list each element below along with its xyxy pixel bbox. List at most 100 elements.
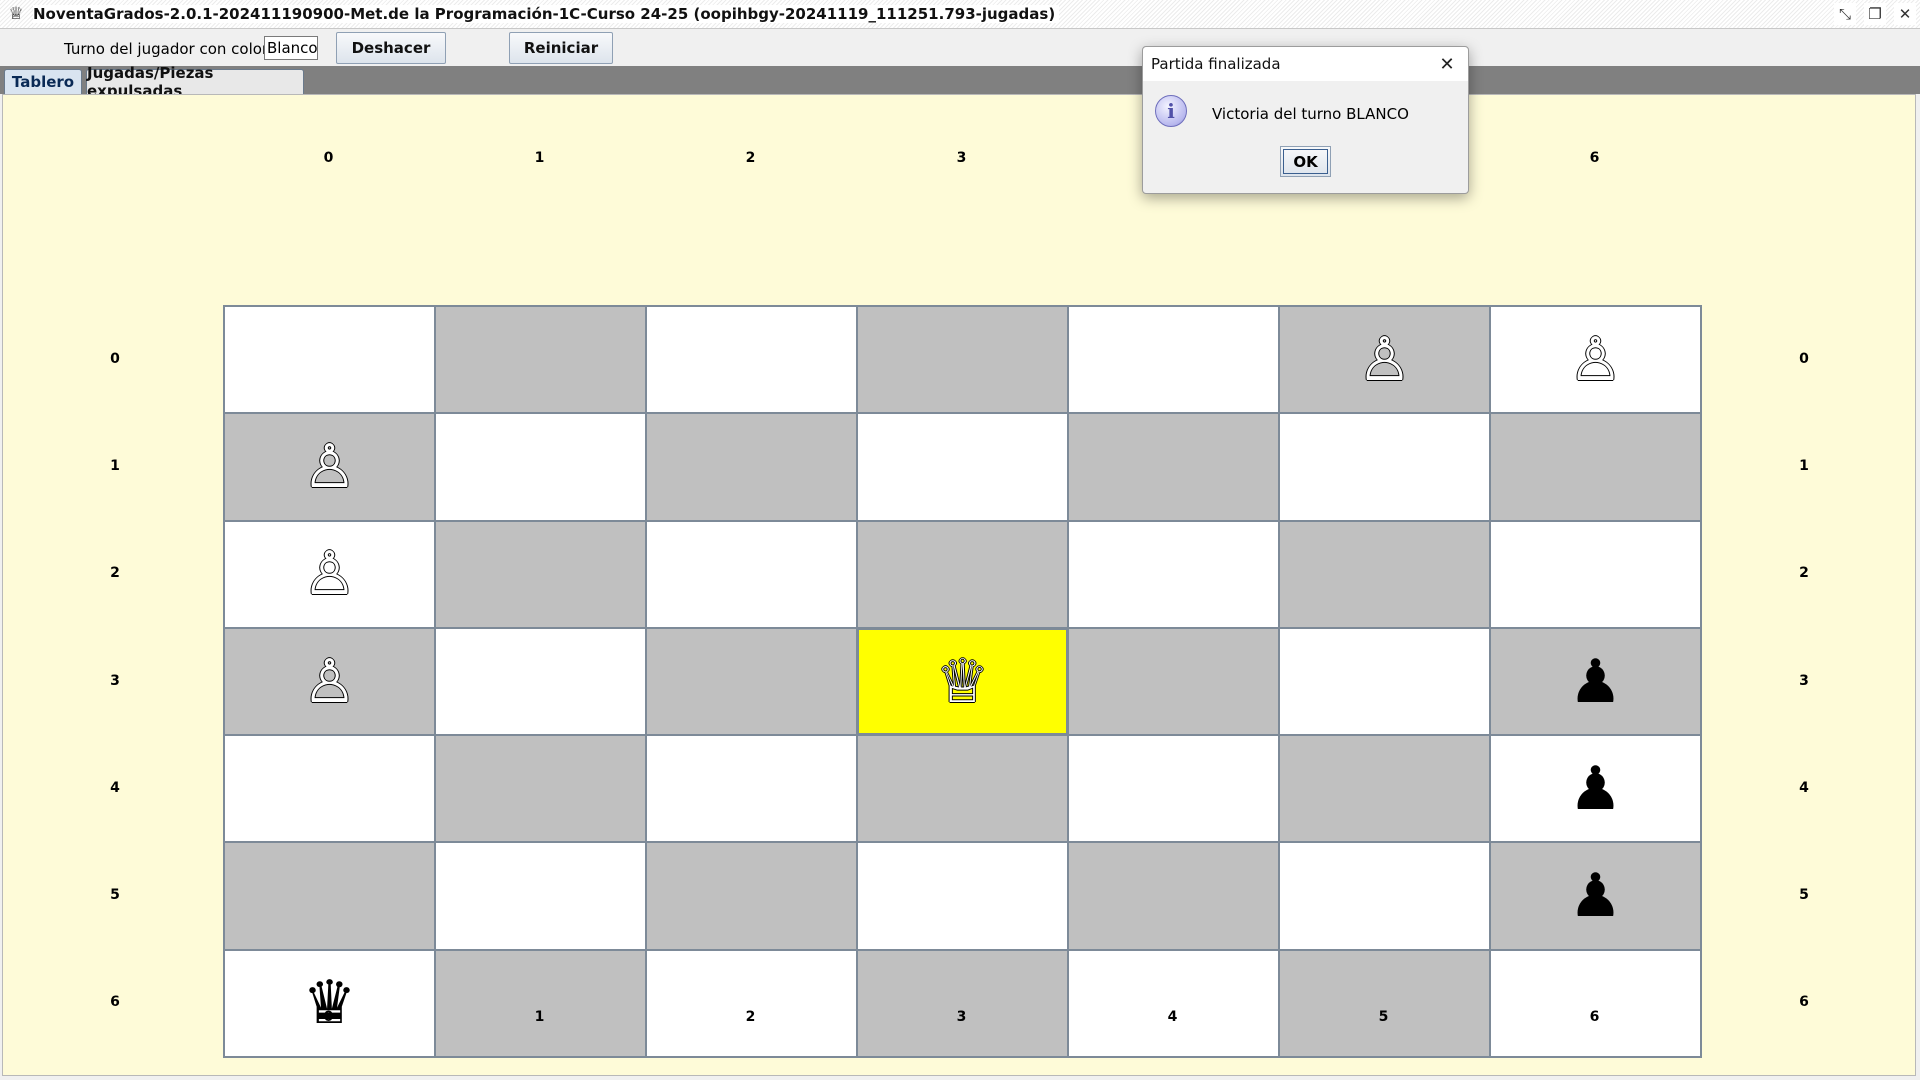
column-label-top: 2 bbox=[745, 150, 756, 166]
board-cell-4-6[interactable]: ♟ bbox=[1490, 735, 1701, 843]
board-cell-6-1[interactable] bbox=[435, 949, 646, 1058]
white-queen-icon[interactable]: ♕ bbox=[936, 652, 990, 712]
board-cell-3-1[interactable] bbox=[435, 627, 646, 736]
board-cell-2-5[interactable] bbox=[1279, 520, 1490, 628]
board-cell-0-2[interactable] bbox=[646, 306, 857, 414]
board-cell-0-5[interactable]: ♙ bbox=[1279, 306, 1490, 414]
board-cell-5-6[interactable]: ♟ bbox=[1490, 842, 1701, 950]
board-cell-6-2[interactable] bbox=[646, 949, 857, 1058]
board-cell-4-4[interactable] bbox=[1068, 735, 1279, 843]
board-cell-4-1[interactable] bbox=[435, 735, 646, 843]
board-cell-0-6[interactable]: ♙ bbox=[1490, 306, 1701, 414]
white-pawn-icon[interactable]: ♙ bbox=[303, 437, 357, 497]
row-label-left: 1 bbox=[110, 457, 120, 474]
board-cell-5-5[interactable] bbox=[1279, 842, 1490, 950]
board-cell-4-0[interactable] bbox=[224, 735, 435, 843]
close-icon[interactable]: ✕ bbox=[1436, 53, 1458, 75]
board-cell-0-0[interactable] bbox=[224, 306, 435, 414]
row-label-right: 1 bbox=[1799, 457, 1809, 474]
title-bar: ♕ NoventaGrados-2.0.1-202411190900-Met.d… bbox=[0, 0, 1920, 29]
white-pawn-icon[interactable]: ♙ bbox=[303, 544, 357, 604]
row-label-right: 3 bbox=[1799, 672, 1809, 689]
close-icon[interactable]: ✕ bbox=[1894, 3, 1916, 25]
row-label-left: 3 bbox=[110, 672, 120, 689]
column-label-top: 3 bbox=[956, 150, 967, 166]
row-label-right: 4 bbox=[1799, 779, 1809, 796]
row-label-left: 6 bbox=[110, 994, 120, 1011]
board-cell-2-2[interactable] bbox=[646, 520, 857, 628]
row-label-right: 5 bbox=[1799, 887, 1809, 904]
board-cell-1-0[interactable]: ♙ bbox=[224, 413, 435, 521]
board-cell-5-4[interactable] bbox=[1068, 842, 1279, 950]
board-cell-5-1[interactable] bbox=[435, 842, 646, 950]
board-cell-2-1[interactable] bbox=[435, 520, 646, 628]
board-cell-2-3[interactable] bbox=[857, 520, 1068, 628]
board-cell-6-0[interactable]: ♛ bbox=[224, 949, 435, 1058]
board-cell-6-6[interactable] bbox=[1490, 949, 1701, 1058]
board-cell-1-6[interactable] bbox=[1490, 413, 1701, 521]
board-cell-2-6[interactable] bbox=[1490, 520, 1701, 628]
toolbar: Turno del jugador con color: Blanco Desh… bbox=[0, 29, 1920, 66]
board-panel: ♙♙♙♙♙♕♟♟♟♛ 0011223344556600112233445566 bbox=[2, 94, 1916, 1076]
reset-button[interactable]: Reiniciar bbox=[509, 32, 613, 64]
board-cell-4-3[interactable] bbox=[857, 735, 1068, 843]
minimize-icon[interactable]: ⤡ bbox=[1834, 3, 1856, 25]
queen-icon: ♕ bbox=[8, 4, 24, 24]
board-cell-2-4[interactable] bbox=[1068, 520, 1279, 628]
window-controls: ⤡ ❐ ✕ bbox=[1834, 3, 1916, 25]
column-label-top: 6 bbox=[1589, 150, 1600, 166]
column-label-bottom: 5 bbox=[1378, 1009, 1389, 1025]
board-cell-0-1[interactable] bbox=[435, 306, 646, 414]
board-cell-3-4[interactable] bbox=[1068, 627, 1279, 736]
tab-tablero[interactable]: Tablero bbox=[4, 69, 82, 94]
board-cell-6-4[interactable] bbox=[1068, 949, 1279, 1058]
board-cell-5-0[interactable] bbox=[224, 842, 435, 950]
board-cell-1-5[interactable] bbox=[1279, 413, 1490, 521]
tab-strip: Tablero Jugadas/Piezas expulsadas bbox=[0, 64, 1920, 100]
column-label-top: 0 bbox=[323, 150, 334, 166]
column-label-bottom: 6 bbox=[1589, 1009, 1600, 1025]
board-cell-0-3[interactable] bbox=[857, 306, 1068, 414]
game-over-dialog: Partida finalizada ✕ i Victoria del turn… bbox=[1142, 46, 1469, 194]
board-cell-4-5[interactable] bbox=[1279, 735, 1490, 843]
board-cell-3-0[interactable]: ♙ bbox=[224, 627, 435, 736]
column-label-top: 1 bbox=[534, 150, 545, 166]
column-label-bottom: 1 bbox=[534, 1009, 545, 1025]
board-cell-5-3[interactable] bbox=[857, 842, 1068, 950]
row-label-right: 6 bbox=[1799, 994, 1809, 1011]
column-label-bottom: 0 bbox=[323, 1009, 334, 1025]
board-cell-1-3[interactable] bbox=[857, 413, 1068, 521]
board-cell-4-2[interactable] bbox=[646, 735, 857, 843]
board-cell-0-4[interactable] bbox=[1068, 306, 1279, 414]
restore-icon[interactable]: ❐ bbox=[1864, 3, 1886, 25]
board-cell-3-3[interactable]: ♕ bbox=[857, 627, 1068, 736]
row-label-left: 2 bbox=[110, 565, 120, 582]
board-cell-3-6[interactable]: ♟ bbox=[1490, 627, 1701, 736]
turn-color-field: Blanco bbox=[264, 36, 318, 60]
row-label-left: 4 bbox=[110, 779, 120, 796]
white-pawn-icon[interactable]: ♙ bbox=[303, 652, 357, 712]
white-pawn-icon[interactable]: ♙ bbox=[1358, 330, 1412, 390]
board-cell-1-2[interactable] bbox=[646, 413, 857, 521]
info-icon: i bbox=[1155, 95, 1187, 127]
undo-button[interactable]: Deshacer bbox=[336, 32, 446, 64]
row-label-left: 0 bbox=[110, 350, 120, 367]
board-cell-3-5[interactable] bbox=[1279, 627, 1490, 736]
black-pawn-icon[interactable]: ♟ bbox=[1569, 866, 1623, 926]
turn-label: Turno del jugador con color: bbox=[64, 40, 273, 58]
board-cell-1-4[interactable] bbox=[1068, 413, 1279, 521]
ok-button[interactable]: OK bbox=[1280, 146, 1331, 177]
board-cell-6-5[interactable] bbox=[1279, 949, 1490, 1058]
board-cell-6-3[interactable] bbox=[857, 949, 1068, 1058]
board-cell-2-0[interactable]: ♙ bbox=[224, 520, 435, 628]
black-pawn-icon[interactable]: ♟ bbox=[1569, 759, 1623, 819]
row-label-left: 5 bbox=[110, 887, 120, 904]
dialog-header: Partida finalizada bbox=[1143, 47, 1468, 81]
board-cell-5-2[interactable] bbox=[646, 842, 857, 950]
tab-jugadas[interactable]: Jugadas/Piezas expulsadas bbox=[86, 64, 304, 100]
board-cell-3-2[interactable] bbox=[646, 627, 857, 736]
white-pawn-icon[interactable]: ♙ bbox=[1569, 330, 1623, 390]
black-pawn-icon[interactable]: ♟ bbox=[1569, 652, 1623, 712]
column-label-bottom: 4 bbox=[1167, 1009, 1178, 1025]
board-cell-1-1[interactable] bbox=[435, 413, 646, 521]
